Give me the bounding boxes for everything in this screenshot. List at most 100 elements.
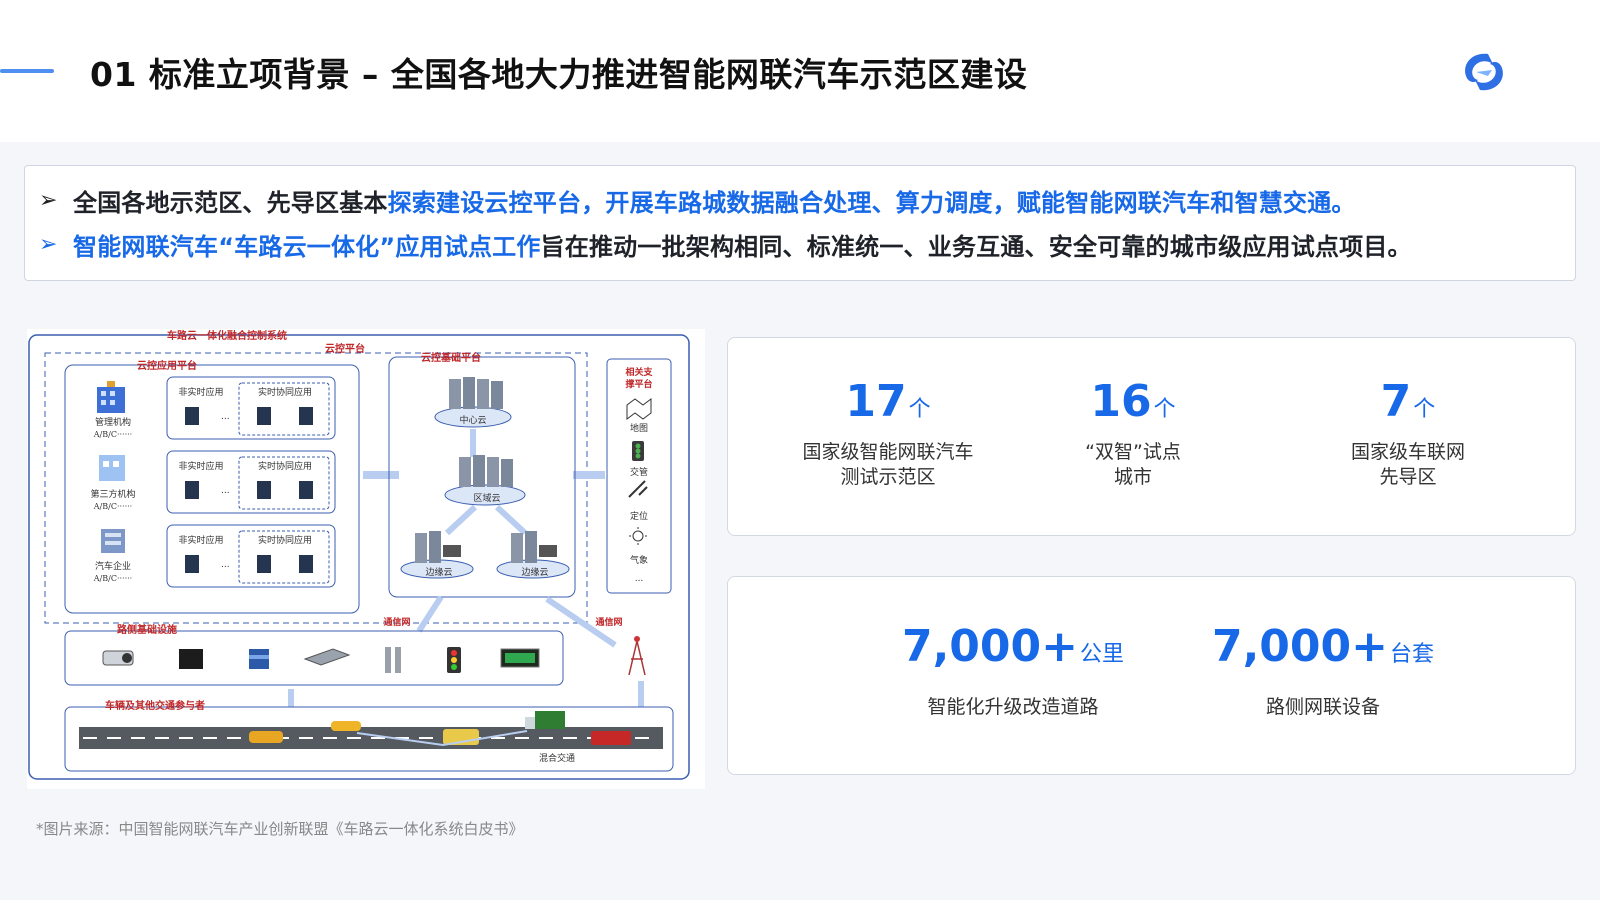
roadside-label: 路侧基础设施 [117, 623, 177, 636]
svg-text:...: ... [221, 560, 230, 570]
roadside-antenna-icon [385, 647, 401, 673]
header: 01 标准立项背景 – 全国各地大力推进智能网联汽车示范区建设 [0, 0, 1600, 142]
support-more-label: ... [635, 574, 644, 584]
roadside-edge-box-icon [303, 648, 351, 666]
stat-desc: “双智”试点 [1085, 441, 1181, 463]
stat-unit: 个 [1413, 397, 1436, 422]
intro-line-1-highlight: 探索建设云控平台，开展车路城数据融合处理、算力调度，赋能智能网联汽车和智慧交通。 [387, 188, 1356, 217]
stat-unit: 公里 [1080, 642, 1125, 667]
architecture-diagram: 车路云一体化融合控制系统 云控平台 云控应用平台 管理机构 A/B/C·····… [27, 329, 705, 789]
app-row-2-right: 实时协同应用 [258, 460, 312, 472]
header-accent-line [0, 69, 54, 73]
org-automaker: 汽车企业 A/B/C······ [93, 529, 132, 583]
region-cloud-label: 区域云 [473, 492, 500, 504]
roadside-lidar-icon [249, 649, 269, 669]
stat-unit: 个 [908, 397, 931, 422]
arrow-region-edge2 [494, 504, 528, 536]
intro-line-1: ➢ 全国各地示范区、先导区基本 探索建设云控平台，开展车路城数据融合处理、算力调… [39, 178, 1575, 222]
center-cloud-label: 中心云 [459, 414, 486, 426]
edge-cloud-1-label: 边缘云 [425, 566, 452, 578]
app-row-3: 非实时应用 实时协同应用 ... [166, 524, 336, 588]
base-platform-label: 云控基础平台 [421, 351, 481, 364]
roadside-camera-icon [102, 650, 134, 666]
roadside-traffic-light-icon [447, 647, 461, 673]
app-row-3-right: 实时协同应用 [258, 534, 312, 546]
app-platform-label: 云控应用平台 [137, 359, 197, 372]
support-weather-label: 气象 [630, 554, 648, 566]
intro-line-2: ➢ 智能网联汽车“车路云一体化”应用试点工作 旨在推动一批架构相同、标准统一、业… [39, 222, 1575, 266]
stat-dual-smart-cities: 16个 “双智”试点 城市 [1018, 376, 1248, 490]
stat-number: 16 [1090, 376, 1152, 427]
support-weather-icon [629, 527, 647, 545]
support-platform-label: 相关支撑平台 [625, 366, 653, 390]
vehicles-label: 车辆及其他交通参与者 [105, 699, 205, 712]
org-suffix: A/B/C······ [93, 430, 132, 439]
mixed-traffic-label: 混合交通 [539, 752, 575, 764]
image-source-footnote: *图片来源：中国智能网联汽车产业创新联盟《车路云一体化系统白皮书》 [36, 820, 524, 838]
comm-net-2-label: 通信网 [595, 616, 622, 628]
stat-desc: 国家级智能网联汽车 [802, 441, 974, 463]
cloud-platform-label: 云控平台 [325, 342, 365, 355]
org-automaker-label: 汽车企业 [95, 560, 131, 572]
stat-desc: 测试示范区 [840, 466, 936, 488]
stat-desc: 先导区 [1379, 466, 1437, 488]
brand-logo-icon [1465, 53, 1503, 91]
bullet-arrow-icon: ➢ [39, 231, 58, 257]
support-satellite-icon [628, 480, 648, 498]
intro-line-1-prefix: 全国各地示范区、先导区基本 [73, 188, 388, 217]
center-cloud: 中心云 [434, 377, 512, 428]
support-traffic-label: 交管 [630, 466, 648, 478]
region-cloud: 区域云 [444, 455, 526, 506]
stat-number: 7 [1380, 376, 1412, 427]
support-positioning-label: 定位 [630, 510, 648, 522]
app-row-1: 非实时应用 实时协同应用 ... [166, 376, 336, 440]
support-map-label: 地图 [630, 422, 648, 434]
vehicle-truck-icon [525, 711, 565, 729]
edge-cloud-1: 边缘云 [400, 531, 474, 579]
org-management: 管理机构 A/B/C······ [93, 381, 132, 439]
stat-desc: 路侧网联设备 [1265, 696, 1380, 718]
app-row-2: 非实时应用 实时协同应用 ... [166, 450, 336, 514]
intro-line-2-suffix: 旨在推动一批架构相同、标准统一、业务互通、安全可靠的城市级应用试点项目。 [540, 232, 1412, 261]
vehicle-car-icon [331, 721, 361, 731]
stat-roadside-devices: 7,000+台套 路侧网联设备 [1188, 621, 1458, 720]
roadside-unit-icon [179, 649, 203, 669]
svg-text:...: ... [221, 412, 230, 422]
roadside-sign-icon [500, 648, 540, 668]
org-suffix: A/B/C······ [93, 502, 132, 511]
edge-cloud-2: 边缘云 [496, 531, 570, 579]
edge-cloud-2-label: 边缘云 [521, 566, 548, 578]
stat-upgraded-roads: 7,000+公里 智能化升级改造道路 [878, 621, 1148, 720]
stat-unit: 个 [1153, 397, 1176, 422]
app-row-1-right: 实时协同应用 [258, 386, 312, 398]
stat-number: 7,000+ [1211, 621, 1389, 672]
app-row-2-left: 非实时应用 [178, 460, 223, 472]
arrow-region-edge1 [444, 504, 478, 536]
stat-number: 7,000+ [901, 621, 1079, 672]
app-row-1-left: 非实时应用 [178, 386, 223, 398]
org-third-party-label: 第三方机构 [90, 488, 135, 500]
stat-number: 17 [845, 376, 907, 427]
stats-card-top: 17个 国家级智能网联汽车 测试示范区 16个 “双智”试点 城市 7个 国家级… [727, 337, 1576, 536]
stat-unit: 台套 [1390, 642, 1435, 667]
stat-test-zones: 17个 国家级智能网联汽车 测试示范区 [758, 376, 1018, 490]
org-third-party: 第三方机构 A/B/C······ [90, 455, 136, 511]
bullet-arrow-icon: ➢ [39, 187, 58, 213]
arrow-comm-1 [416, 595, 444, 633]
page-title: 01 标准立项背景 – 全国各地大力推进智能网联汽车示范区建设 [90, 55, 1028, 94]
comm-tower-icon [628, 636, 646, 676]
stat-desc: 国家级车联网 [1350, 441, 1465, 463]
stat-desc: 智能化升级改造道路 [927, 696, 1099, 718]
stat-desc: 城市 [1113, 466, 1152, 488]
app-row-3-left: 非实时应用 [178, 534, 223, 546]
vehicle-taxi-icon [249, 731, 283, 743]
intro-box: ➢ 全国各地示范区、先导区基本 探索建设云控平台，开展车路城数据融合处理、算力调… [24, 165, 1576, 281]
intro-line-2-highlight: 智能网联汽车“车路云一体化”应用试点工作 [73, 232, 541, 261]
svg-text:...: ... [221, 486, 230, 496]
comm-net-1-label: 通信网 [383, 616, 410, 628]
stat-pilot-zones: 7个 国家级车联网 先导区 [1288, 376, 1528, 490]
stats-card-bottom: 7,000+公里 智能化升级改造道路 7,000+台套 路侧网联设备 [727, 576, 1576, 775]
org-suffix: A/B/C······ [93, 574, 132, 583]
vehicle-firetruck-icon [591, 731, 631, 745]
support-traffic-light-icon [632, 441, 644, 461]
